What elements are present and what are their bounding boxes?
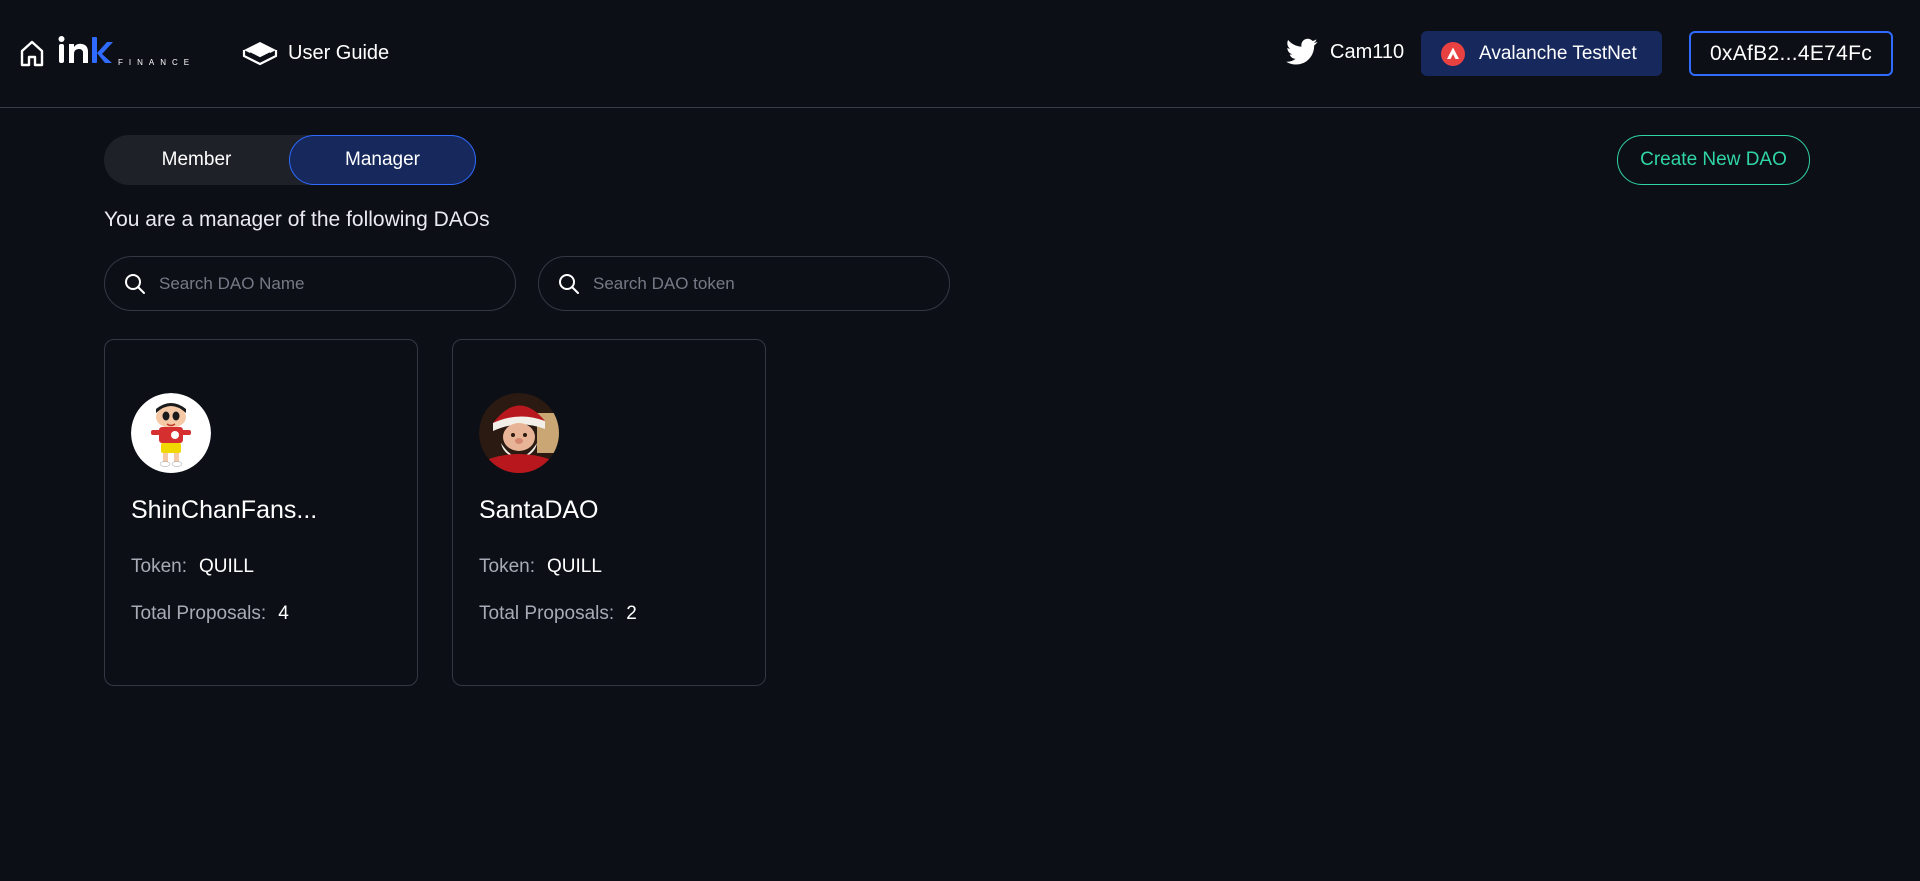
avalanche-icon bbox=[1441, 41, 1465, 66]
network-label: Avalanche TestNet bbox=[1479, 42, 1637, 64]
shinchan-avatar bbox=[131, 393, 211, 473]
dao-proposals-row: Total Proposals: 4 bbox=[131, 603, 289, 625]
search-dao-name-input[interactable] bbox=[159, 273, 479, 294]
proposals-value: 4 bbox=[278, 603, 289, 624]
wallet-address-button[interactable]: 0xAfB2...4E74Fc bbox=[1689, 31, 1893, 76]
ink-finance-logo[interactable]: FINANCE bbox=[58, 36, 198, 70]
svg-text:FINANCE: FINANCE bbox=[118, 58, 195, 67]
user-guide-link[interactable]: User Guide bbox=[242, 38, 389, 68]
tab-member[interactable]: Member bbox=[104, 135, 289, 185]
search-dao-name-box bbox=[104, 256, 516, 311]
token-value: QUILL bbox=[198, 556, 254, 577]
proposals-label: Total Proposals: bbox=[131, 603, 267, 624]
search-icon bbox=[559, 273, 579, 294]
search-dao-token-box bbox=[538, 256, 950, 311]
search-dao-token-input[interactable] bbox=[593, 273, 913, 294]
dao-card[interactable]: SantaDAO Token: QUILL Total Proposals: 2 bbox=[452, 339, 766, 686]
dao-name: SantaDAO bbox=[479, 496, 599, 524]
token-label: Token: bbox=[131, 556, 187, 577]
dao-name: ShinChanFans... bbox=[131, 496, 318, 524]
search-icon bbox=[125, 273, 145, 294]
santa-avatar bbox=[479, 393, 559, 473]
user-guide-label: User Guide bbox=[288, 41, 390, 64]
top-header: FINANCE User Guide Cam110 Avalanche Test… bbox=[0, 0, 1920, 108]
create-new-dao-button[interactable]: Create New DAO bbox=[1617, 135, 1810, 185]
wallet-address: 0xAfB2...4E74Fc bbox=[1709, 41, 1873, 65]
network-selector[interactable]: Avalanche TestNet bbox=[1421, 31, 1662, 76]
twitter-account[interactable]: Cam110 bbox=[1286, 38, 1404, 66]
home-icon[interactable] bbox=[18, 38, 46, 68]
proposals-label: Total Proposals: bbox=[479, 603, 615, 624]
book-icon bbox=[242, 42, 278, 66]
tab-manager[interactable]: Manager bbox=[289, 135, 476, 185]
dao-token-row: Token: QUILL bbox=[479, 556, 602, 578]
page-subtitle: You are a manager of the following DAOs bbox=[104, 208, 490, 231]
token-value: QUILL bbox=[546, 556, 602, 577]
dao-proposals-row: Total Proposals: 2 bbox=[479, 603, 637, 625]
dao-card[interactable]: ShinChanFans... Token: QUILL Total Propo… bbox=[104, 339, 418, 686]
dao-token-row: Token: QUILL bbox=[131, 556, 254, 578]
token-label: Token: bbox=[479, 556, 535, 577]
role-toggle: Member Manager bbox=[104, 135, 476, 185]
twitter-handle: Cam110 bbox=[1330, 40, 1405, 63]
proposals-value: 2 bbox=[626, 603, 637, 624]
twitter-icon bbox=[1286, 38, 1318, 65]
